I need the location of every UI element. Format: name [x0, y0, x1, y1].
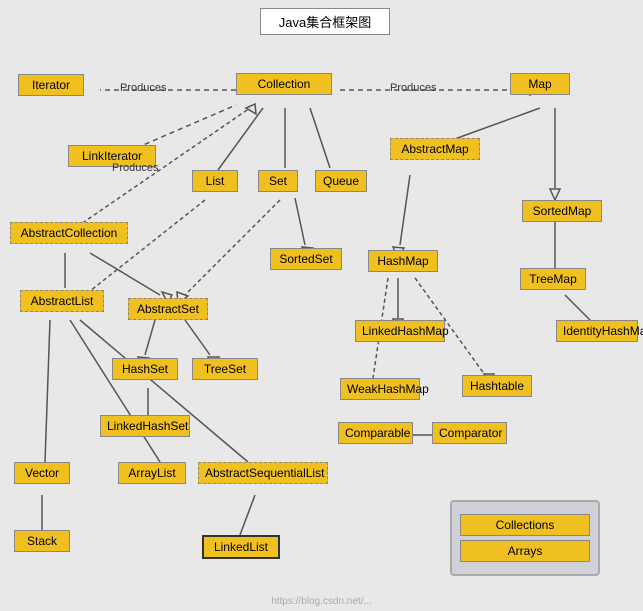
collection-box: Collection — [236, 73, 332, 95]
title-box: Java集合框架图 — [260, 8, 390, 35]
abstract-set-box: AbstractSet — [128, 298, 208, 320]
sorted-map-box: SortedMap — [522, 200, 602, 222]
hash-set-box: HashSet — [112, 358, 178, 380]
produces-label-1: Produces — [120, 82, 166, 94]
comparable-box: Comparable — [338, 422, 413, 444]
tree-map-box: TreeMap — [520, 268, 586, 290]
iterator-box: Iterator — [18, 74, 84, 96]
map-box: Map — [510, 73, 570, 95]
sorted-set-box: SortedSet — [270, 248, 342, 270]
hashtable-box: Hashtable — [462, 375, 532, 397]
arrays-legend: Arrays — [460, 540, 590, 562]
linked-list-box: LinkedList — [202, 535, 280, 559]
vector-box: Vector — [14, 462, 70, 484]
produces-label-2: Produces — [390, 82, 436, 94]
abstract-list-box: AbstractList — [20, 290, 104, 312]
diagram-container: Java集合框架图 Iterator Collection Map Produc… — [0, 0, 643, 611]
stack-box: Stack — [14, 530, 70, 552]
legend-box: Collections Arrays — [450, 500, 600, 576]
weak-hash-map-box: WeakHashMap — [340, 378, 420, 400]
comparator-box: Comparator — [432, 422, 507, 444]
title-text: Java集合框架图 — [279, 15, 371, 30]
queue-box: Queue — [315, 170, 367, 192]
hash-map-box: HashMap — [368, 250, 438, 272]
watermark: https://blog.csdn.net/... — [271, 596, 372, 607]
list-box: List — [192, 170, 238, 192]
array-list-box: ArrayList — [118, 462, 186, 484]
abstract-collection-box: AbstractCollection — [10, 222, 128, 244]
produces-label-3: Produces — [112, 162, 158, 174]
set-box: Set — [258, 170, 298, 192]
collections-legend: Collections — [460, 514, 590, 536]
linked-hash-map-box: LinkedHashMap — [355, 320, 445, 342]
abstract-sequential-list-box: AbstractSequentialList — [198, 462, 328, 484]
identity-hash-map-box: IdentityHashMap — [556, 320, 638, 342]
tree-set-box: TreeSet — [192, 358, 258, 380]
abstract-map-box: AbstractMap — [390, 138, 480, 160]
linked-hash-set-box: LinkedHashSet — [100, 415, 190, 437]
